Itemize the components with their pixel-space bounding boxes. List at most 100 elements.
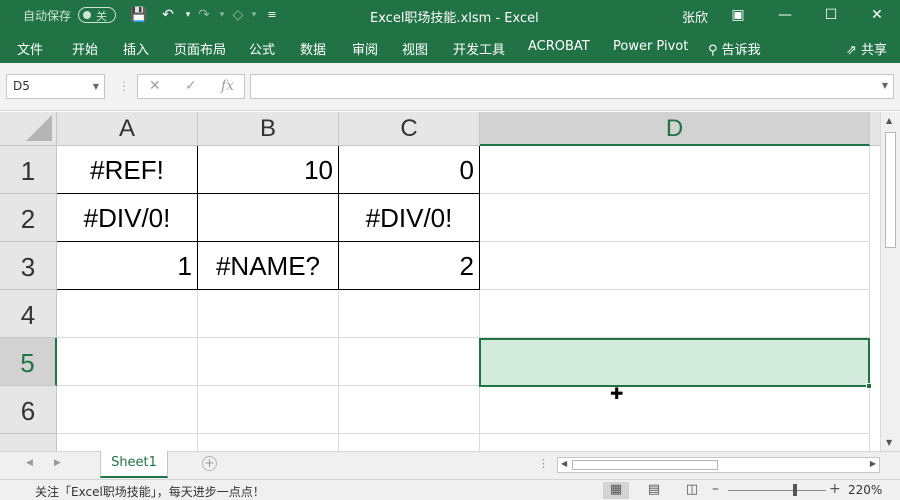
row-header-2[interactable]: 2 — [0, 194, 57, 242]
zoom-level[interactable]: 220% — [848, 483, 882, 497]
row-header-4[interactable]: 4 — [0, 290, 57, 338]
tab-view[interactable]: 视图 — [402, 39, 428, 58]
scroll-left-icon[interactable]: ◀ — [561, 459, 567, 468]
cell-d4[interactable] — [480, 290, 870, 338]
zoom-slider[interactable] — [728, 490, 826, 491]
previous-sheet-icon[interactable]: ◀ — [26, 458, 33, 468]
autosave-toggle[interactable]: 关 — [78, 7, 116, 23]
expand-formula-bar-icon[interactable]: ▼ — [882, 81, 888, 90]
sheet-tab-sheet1[interactable]: Sheet1 — [100, 451, 168, 478]
cell-c1[interactable]: 0 — [339, 146, 480, 194]
scroll-up-icon[interactable]: ▲ — [886, 116, 892, 125]
user-name[interactable]: 张欣 — [682, 7, 708, 26]
status-message: 关注「Excel职场技能」，每天进步一点点！ — [35, 485, 265, 499]
row-header-3[interactable]: 3 — [0, 242, 57, 290]
share-button[interactable]: ⇗ 共享 — [846, 39, 887, 58]
ribbon-display-options-icon[interactable]: ▣ — [715, 0, 761, 30]
vertical-scroll-thumb[interactable] — [885, 132, 896, 248]
fill-handle[interactable] — [866, 383, 872, 389]
cell-c5[interactable] — [339, 338, 480, 386]
share-icon: ⇗ — [846, 43, 857, 58]
cell-b7[interactable] — [198, 434, 339, 451]
tell-me-label: 告诉我 — [721, 43, 761, 58]
cell-d7[interactable] — [480, 434, 870, 451]
close-icon[interactable]: ✕ — [854, 0, 900, 30]
undo-icon[interactable]: ↶ — [158, 5, 178, 25]
column-header-e[interactable] — [870, 112, 880, 146]
toggle-knob — [83, 11, 91, 19]
chevron-down-icon[interactable]: ▼ — [93, 75, 99, 98]
next-sheet-icon[interactable]: ▶ — [54, 458, 61, 468]
column-header-b[interactable]: B — [198, 112, 339, 146]
cell-d2[interactable] — [480, 194, 870, 242]
formula-input[interactable]: ▼ — [250, 74, 894, 99]
confirm-entry-icon[interactable]: ✓ — [185, 78, 197, 94]
cell-c3[interactable]: 2 — [339, 242, 480, 290]
cell-c2[interactable]: #DIV/0! — [339, 194, 480, 242]
horizontal-scrollbar[interactable]: ◀ ▶ — [557, 457, 880, 473]
page-layout-view-icon[interactable]: ▤ — [641, 482, 667, 499]
cell-b2[interactable] — [198, 194, 339, 242]
select-all-button[interactable] — [0, 112, 57, 146]
page-break-view-icon[interactable]: ◫ — [679, 482, 705, 499]
scroll-right-icon[interactable]: ▶ — [870, 459, 876, 468]
tab-data[interactable]: 数据 — [300, 39, 326, 58]
redo-icon[interactable]: ↷ — [194, 5, 214, 25]
column-header-c[interactable]: C — [339, 112, 480, 146]
cancel-entry-icon[interactable]: ✕ — [149, 78, 161, 94]
tab-file[interactable]: 文件 — [17, 39, 43, 58]
tab-acrobat[interactable]: ACROBAT — [528, 39, 590, 54]
tab-power-pivot[interactable]: Power Pivot — [613, 39, 688, 54]
cell-a1[interactable]: #REF! — [57, 146, 198, 194]
row-header-5[interactable]: 5 — [0, 338, 57, 386]
cell-b1[interactable]: 10 — [198, 146, 339, 194]
tab-home[interactable]: 开始 — [72, 39, 98, 58]
normal-view-icon[interactable]: ▦ — [603, 482, 629, 499]
format-dropdown-icon[interactable]: ▾ — [244, 5, 264, 25]
zoom-out-icon[interactable]: – — [712, 481, 719, 497]
row-header-7[interactable] — [0, 434, 57, 451]
cell-a4[interactable] — [57, 290, 198, 338]
autosave-label: 自动保存 — [23, 9, 72, 23]
cell-b4[interactable] — [198, 290, 339, 338]
zoom-slider-knob[interactable] — [793, 484, 797, 496]
column-header-a[interactable]: A — [57, 112, 198, 146]
active-cell-d5[interactable] — [479, 338, 872, 389]
cell-a6[interactable] — [57, 386, 198, 434]
row-header-6[interactable]: 6 — [0, 386, 57, 434]
cell-d1[interactable] — [480, 146, 870, 194]
customize-qat-icon[interactable]: ≡ — [262, 5, 282, 25]
cell-c6[interactable] — [339, 386, 480, 434]
add-sheet-icon[interactable]: + — [202, 456, 217, 471]
tell-me-search[interactable]: ⚲ 告诉我 — [708, 39, 761, 58]
name-box[interactable]: D5 ▼ — [6, 74, 105, 99]
cell-a2[interactable]: #DIV/0! — [57, 194, 198, 242]
maximize-icon[interactable]: ☐ — [808, 0, 854, 30]
row-header-1[interactable]: 1 — [0, 146, 57, 194]
cell-b5[interactable] — [198, 338, 339, 386]
column-header-d[interactable]: D — [480, 112, 870, 146]
cell-d6[interactable] — [480, 386, 870, 434]
formula-bar-grip-icon[interactable]: ⋮ — [118, 79, 130, 93]
scroll-down-icon[interactable]: ▼ — [886, 438, 892, 447]
minimize-icon[interactable]: — — [762, 0, 808, 30]
tab-insert[interactable]: 插入 — [123, 39, 149, 58]
vertical-scrollbar[interactable]: ▲ ▼ — [880, 112, 900, 451]
insert-function-icon[interactable]: fx — [221, 78, 234, 94]
tab-formulas[interactable]: 公式 — [249, 39, 275, 58]
tab-split-handle-icon[interactable]: ⋮ — [538, 457, 549, 470]
cell-a5[interactable] — [57, 338, 198, 386]
cell-c7[interactable] — [339, 434, 480, 451]
cell-b6[interactable] — [198, 386, 339, 434]
cell-d3[interactable] — [480, 242, 870, 290]
horizontal-scroll-thumb[interactable] — [572, 460, 718, 470]
zoom-in-icon[interactable]: + — [829, 481, 841, 497]
cell-a7[interactable] — [57, 434, 198, 451]
cell-c4[interactable] — [339, 290, 480, 338]
tab-review[interactable]: 审阅 — [352, 39, 378, 58]
cell-a3[interactable]: 1 — [57, 242, 198, 290]
tab-developer[interactable]: 开发工具 — [453, 39, 505, 58]
tab-page-layout[interactable]: 页面布局 — [174, 39, 226, 58]
save-icon[interactable]: 💾 — [129, 5, 149, 25]
cell-b3[interactable]: #NAME? — [198, 242, 339, 290]
